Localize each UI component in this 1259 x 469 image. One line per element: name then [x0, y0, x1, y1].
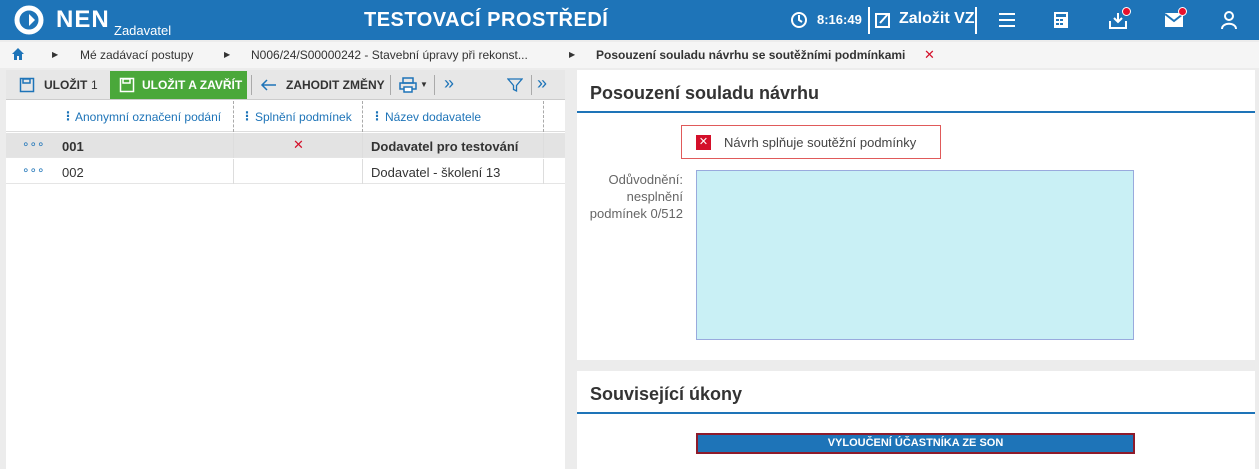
save-and-close-label: ULOŽIT A ZAVŘÍT: [142, 78, 243, 92]
column-header[interactable]: Splnění podmínek: [255, 110, 352, 124]
notification-dot: [1122, 7, 1131, 16]
column-divider[interactable]: [543, 101, 544, 132]
changes-count: 1: [91, 78, 98, 92]
cell-divider: [543, 133, 544, 158]
submission-id: 001: [62, 139, 84, 154]
column-menu-icon[interactable]: ⋮: [371, 109, 383, 123]
column-header[interactable]: Anonymní označení podání: [75, 110, 221, 124]
logo-text[interactable]: NEN: [56, 6, 110, 34]
unchecked-x-icon: ✕: [696, 135, 711, 150]
justification-label: Odůvodnění: nesplnění podmínek 0/512: [589, 172, 683, 221]
toolbar-divider: [390, 75, 391, 95]
undo-icon[interactable]: [260, 78, 278, 92]
edit-icon[interactable]: [874, 11, 892, 29]
topbar-divider: [975, 7, 977, 34]
table-header: ⋮ Anonymní označení podání ⋮ Splnění pod…: [6, 101, 565, 132]
notification-dot: [1178, 7, 1187, 16]
chevron-right-icon: ▶: [569, 50, 576, 59]
create-contract-button[interactable]: Založit VZ: [899, 10, 975, 28]
toolbar-divider: [531, 75, 532, 95]
row-menu-icon[interactable]: ∘∘∘: [22, 163, 45, 177]
logo-subtitle: Zadavatel: [114, 23, 172, 38]
submission-id: 002: [62, 165, 84, 180]
card-title-underline: [577, 111, 1255, 113]
save-icon[interactable]: [19, 77, 35, 93]
related-actions-title: Související úkony: [590, 384, 743, 404]
session-timer: 8:16:49: [817, 12, 862, 27]
compliance-checkbox-label: Návrh splňuje soutěžní podmínky: [724, 135, 917, 150]
cell-divider: [543, 159, 544, 184]
column-header[interactable]: Název dodavatele: [385, 110, 481, 124]
cell-divider: [233, 133, 234, 158]
compliance-checkbox[interactable]: ✕ Návrh splňuje soutěžní podmínky: [681, 125, 941, 159]
nen-logo-icon[interactable]: [14, 5, 44, 35]
save-and-close-button[interactable]: ULOŽIT A ZAVŘÍT: [110, 71, 247, 99]
breadcrumb-item[interactable]: Mé zadávací postupy: [80, 48, 193, 62]
chevron-right-icon: ▶: [224, 50, 231, 59]
card-title-underline: [577, 412, 1255, 414]
user-icon[interactable]: [1220, 10, 1238, 30]
table-row[interactable]: ∘∘∘ 002 Dodavatel - školení 13: [6, 159, 565, 184]
row-menu-icon[interactable]: ∘∘∘: [22, 137, 45, 151]
discard-changes-button[interactable]: ZAHODIT ZMĚNY: [286, 78, 385, 92]
toolbar-divider: [251, 75, 252, 95]
justification-textarea[interactable]: [696, 170, 1134, 340]
breadcrumb-item[interactable]: N006/24/S00000242 - Stavební úpravy při …: [251, 48, 528, 62]
print-icon[interactable]: [399, 77, 417, 93]
cell-divider: [233, 159, 234, 184]
assessment-card: Posouzení souladu návrhu ✕ Návrh splňuje…: [577, 70, 1255, 360]
column-divider[interactable]: [362, 101, 363, 132]
cell-divider: [362, 159, 363, 184]
close-icon[interactable]: ✕: [924, 47, 935, 63]
menu-icon[interactable]: [997, 10, 1017, 30]
supplier-name: Dodavatel pro testování: [371, 139, 519, 154]
not-met-icon: ✕: [293, 137, 304, 152]
column-menu-icon[interactable]: ⋮: [62, 109, 74, 123]
table-row[interactable]: ∘∘∘ 001 ✕ Dodavatel pro testování: [6, 133, 565, 158]
exclude-participant-button[interactable]: VYLOUČENÍ ÚČASTNÍKA ZE SON: [696, 433, 1135, 454]
column-menu-icon[interactable]: ⋮: [241, 109, 253, 123]
calculator-icon[interactable]: [1052, 10, 1070, 30]
filter-icon[interactable]: [507, 77, 523, 93]
topbar-divider: [868, 7, 870, 34]
related-actions-card: Související úkony VYLOUČENÍ ÚČASTNÍKA ZE…: [577, 371, 1255, 469]
supplier-name: Dodavatel - školení 13: [371, 165, 501, 180]
collapse-panel-icon[interactable]: »: [537, 73, 547, 94]
top-bar: NEN Zadavatel TESTOVACÍ PROSTŘEDÍ 8:16:4…: [0, 0, 1259, 40]
grid-toolbar: ULOŽIT 1 ULOŽIT A ZAVŘÍT ZAHODIT ZMĚNY ▼…: [6, 70, 565, 100]
clock-icon: [791, 12, 807, 28]
save-button[interactable]: ULOŽIT: [44, 78, 87, 92]
environment-title: TESTOVACÍ PROSTŘEDÍ: [364, 9, 609, 31]
home-icon[interactable]: [11, 47, 25, 61]
cell-divider: [362, 133, 363, 158]
submissions-panel: ULOŽIT 1 ULOŽIT A ZAVŘÍT ZAHODIT ZMĚNY ▼…: [6, 70, 565, 469]
save-icon: [119, 77, 135, 93]
toolbar-divider: [434, 75, 435, 95]
column-divider[interactable]: [233, 101, 234, 132]
breadcrumb: ▶ Mé zadávací postupy ▶ N006/24/S0000024…: [0, 42, 1259, 68]
chevron-down-icon[interactable]: ▼: [420, 80, 428, 89]
chevron-right-icon: ▶: [52, 50, 59, 59]
breadcrumb-current: Posouzení souladu návrhu se soutěžními p…: [596, 48, 906, 62]
assessment-title: Posouzení souladu návrhu: [590, 83, 820, 103]
more-actions-icon[interactable]: »: [444, 73, 454, 94]
